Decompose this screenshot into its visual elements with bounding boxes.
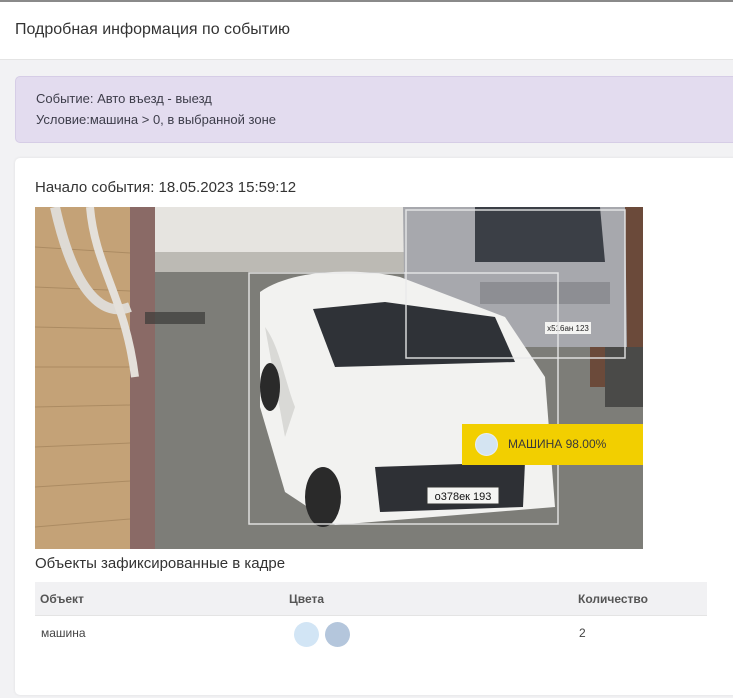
event-start-time: Начало события: 18.05.2023 15:59:12: [35, 179, 297, 196]
event-card: Начало события: 18.05.2023 15:59:12 х516…: [15, 158, 733, 695]
column-header-object: Объект: [40, 592, 84, 606]
objects-section-title: Объекты зафиксированные в кадре: [35, 555, 286, 572]
objects-table: Объект Цвета Количество машина 2: [35, 582, 707, 652]
event-snapshot-image[interactable]: х516ан 123 о378ек 193 МАШИНА 98.00%: [35, 207, 643, 549]
detection-color-dot: [475, 433, 498, 456]
color-swatch: [325, 622, 350, 647]
modal-title: Подробная информация по событию: [15, 21, 291, 38]
object-name-cell: машина: [41, 626, 86, 640]
table-row: машина 2: [35, 616, 707, 652]
detection-label-badge: МАШИНА 98.00%: [462, 424, 643, 465]
rear-plate-text: х516ан 123: [547, 324, 589, 333]
modal-header: Подробная информация по событию: [0, 0, 733, 60]
event-info-box: Событие: Авто въезд - выезд Условие:маши…: [15, 76, 733, 143]
object-count-cell: 2: [579, 626, 586, 640]
color-swatch: [294, 622, 319, 647]
front-plate-text: о378ек 193: [435, 491, 492, 503]
detection-label-text: МАШИНА 98.00%: [508, 437, 607, 451]
event-type-text: Событие: Авто въезд - выезд: [36, 91, 212, 106]
column-header-count: Количество: [578, 592, 648, 606]
table-header: Объект Цвета Количество: [35, 582, 707, 616]
event-condition-text: Условие:машина > 0, в выбранной зоне: [36, 112, 276, 127]
column-header-colors: Цвета: [289, 592, 325, 606]
